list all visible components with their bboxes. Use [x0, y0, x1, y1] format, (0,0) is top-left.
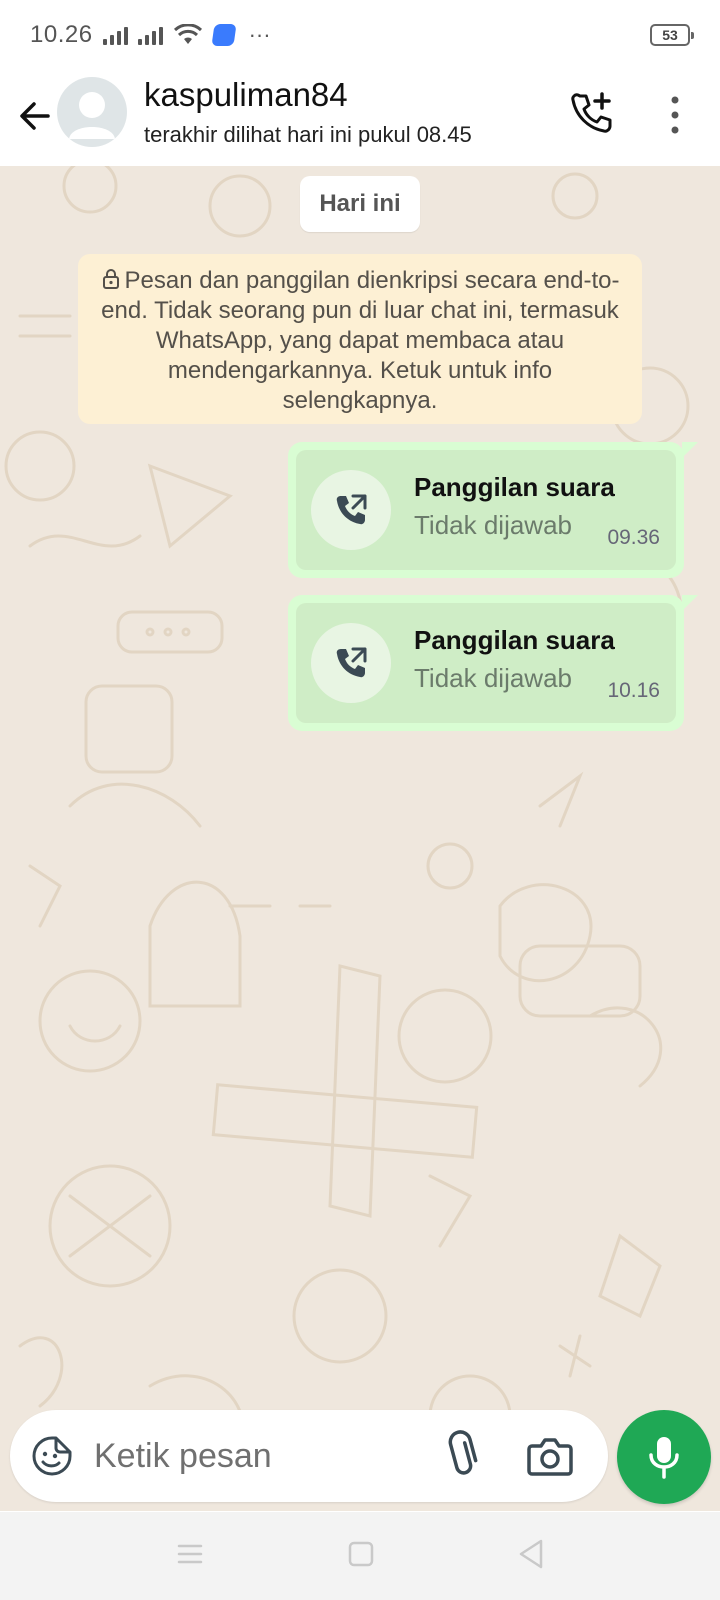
message-time: 09.36 — [607, 526, 660, 549]
chat-area[interactable]: Hari ini Pesan dan panggilan dienkripsi … — [0, 166, 720, 1511]
status-time: 10.26 — [30, 21, 93, 48]
microphone-icon — [649, 1437, 679, 1479]
call-card: Panggilan suara Tidak dijawab 09.36 — [296, 450, 676, 570]
lock-icon — [102, 269, 119, 289]
paperclip-icon[interactable] — [440, 1430, 484, 1482]
back-triangle-icon[interactable] — [517, 1538, 545, 1570]
encryption-notice[interactable]: Pesan dan panggilan dienkripsi secara en… — [78, 254, 642, 424]
message-time: 10.16 — [607, 679, 660, 702]
phone-outgoing-icon — [336, 494, 367, 525]
avatar[interactable] — [57, 77, 127, 147]
system-nav-bar — [0, 1512, 720, 1600]
battery-level: 53 — [662, 27, 678, 43]
call-status: Tidak dijawab — [414, 510, 573, 540]
more-notifications-icon: ··· — [248, 22, 271, 47]
sticker-icon[interactable] — [30, 1434, 74, 1478]
signal-2-icon — [137, 25, 163, 45]
signal-1-icon — [102, 25, 128, 45]
bubble-tail — [682, 595, 698, 611]
message-input[interactable] — [94, 1428, 424, 1484]
battery-icon: 53 — [650, 24, 694, 46]
call-title: Panggilan suara — [414, 625, 615, 655]
call-message-bubble[interactable]: Panggilan suara Tidak dijawab 09.36 — [288, 442, 698, 578]
call-title: Panggilan suara — [414, 472, 615, 502]
message-composer — [10, 1410, 608, 1502]
encryption-notice-text: Pesan dan panggilan dienkripsi secara en… — [101, 267, 620, 414]
chat-header: kaspuliman84 terakhir dilihat hari ini p… — [0, 70, 720, 166]
last-seen-status: terakhir dilihat hari ini pukul 08.45 — [144, 122, 472, 147]
phone-plus-icon[interactable] — [566, 88, 616, 138]
home-icon[interactable] — [348, 1540, 374, 1568]
status-bar: 10.26 ··· 53 — [0, 0, 720, 70]
contact-name[interactable]: kaspuliman84 — [144, 76, 348, 114]
call-status: Tidak dijawab — [414, 663, 573, 693]
call-card: Panggilan suara Tidak dijawab 10.16 — [296, 603, 676, 723]
call-icon-circle — [311, 623, 391, 703]
phone-outgoing-icon — [336, 647, 367, 678]
voice-record-button[interactable] — [617, 1410, 711, 1504]
camera-icon[interactable] — [526, 1434, 574, 1478]
call-message-bubble[interactable]: Panggilan suara Tidak dijawab 10.16 — [288, 595, 698, 731]
date-chip: Hari ini — [300, 176, 420, 232]
wifi-icon — [173, 24, 202, 44]
call-icon-circle — [311, 470, 391, 550]
more-vertical-icon[interactable] — [660, 90, 690, 140]
bubble-tail — [682, 442, 698, 458]
default-avatar-icon — [69, 92, 115, 139]
arrow-left-icon[interactable] — [14, 94, 58, 138]
menu-icon[interactable] — [176, 1540, 204, 1568]
app-notification-icon — [211, 24, 237, 46]
